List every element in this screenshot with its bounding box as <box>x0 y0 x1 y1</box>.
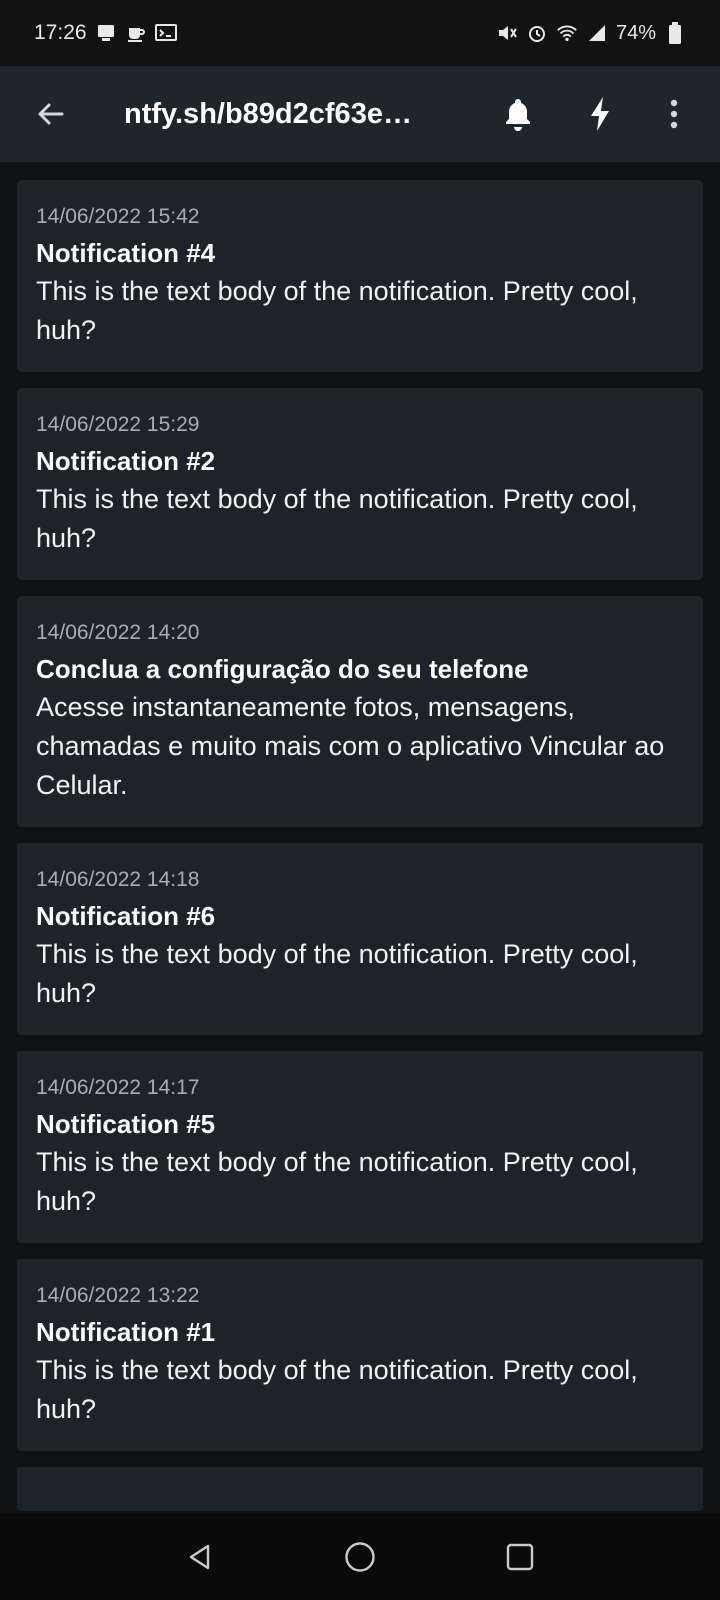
status-time: 17:26 <box>34 21 87 44</box>
bolt-icon <box>591 97 609 131</box>
notification-card[interactable]: 14/06/2022 13:22 Notification #1 This is… <box>17 1259 703 1451</box>
notification-card[interactable]: 14/06/2022 14:20 Conclua a configuração … <box>17 596 703 827</box>
notification-title: Notification #5 <box>36 1109 216 1139</box>
notification-title: Notification #6 <box>36 901 216 931</box>
notification-date: 14/06/2022 15:42 <box>36 205 200 228</box>
back-triangle-icon <box>189 1544 210 1569</box>
system-navigation-bar <box>0 1513 720 1600</box>
notification-body: This is the text body of the notificatio… <box>36 1355 638 1424</box>
notification-settings-button[interactable] <box>494 90 542 138</box>
notification-date: 14/06/2022 14:18 <box>36 868 200 891</box>
notification-list[interactable]: 14/06/2022 15:42 Notification #4 This is… <box>0 162 720 1513</box>
battery-percent: 74% <box>615 21 656 44</box>
notification-title: Notification #4 <box>36 238 216 268</box>
notification-date: 14/06/2022 15:29 <box>36 413 200 436</box>
notification-card-partial[interactable] <box>17 1467 703 1511</box>
cup-icon <box>125 22 147 44</box>
notification-body: Acesse instantaneamente fotos, mensagens… <box>36 692 665 800</box>
notification-body: This is the text body of the notificatio… <box>36 939 638 1008</box>
notification-card[interactable]: 14/06/2022 14:18 Notification #6 This is… <box>17 843 703 1035</box>
status-bar-left: 17:26 <box>34 21 177 45</box>
arrow-left-icon <box>38 103 64 125</box>
mute-icon <box>496 22 518 44</box>
nav-home-button[interactable] <box>330 1527 390 1587</box>
terminal-icon <box>154 22 177 44</box>
app-bar-actions <box>494 90 720 138</box>
bell-icon <box>506 99 530 131</box>
instant-delivery-button[interactable] <box>576 90 624 138</box>
battery-icon <box>664 22 686 44</box>
notification-title: Notification #1 <box>36 1317 216 1347</box>
notification-card[interactable]: 14/06/2022 15:42 Notification #4 This is… <box>17 180 703 372</box>
page-title: ntfy.sh/b89d2cf63e… <box>124 97 412 130</box>
recents-square-icon <box>506 1543 534 1570</box>
status-bar: 17:26 74% <box>0 0 720 66</box>
notification-card[interactable]: 14/06/2022 14:17 Notification #5 This is… <box>17 1051 703 1243</box>
notification-date: 14/06/2022 14:20 <box>36 621 200 644</box>
notification-date: 14/06/2022 14:17 <box>36 1076 200 1099</box>
back-button[interactable] <box>26 90 74 138</box>
alarm-icon <box>526 22 548 44</box>
more-vert-icon <box>670 99 678 129</box>
notification-card[interactable]: 14/06/2022 15:29 Notification #2 This is… <box>17 388 703 580</box>
home-circle-icon <box>345 1541 375 1572</box>
notification-body: This is the text body of the notificatio… <box>36 1147 638 1216</box>
nav-back-button[interactable] <box>170 1527 230 1587</box>
notification-date: 14/06/2022 13:22 <box>36 1284 200 1307</box>
notification-icon <box>95 22 117 44</box>
signal-icon <box>586 22 608 44</box>
status-bar-right: 74% <box>496 22 686 45</box>
more-options-button[interactable] <box>650 90 698 138</box>
app-bar: ntfy.sh/b89d2cf63e… <box>0 66 720 162</box>
nav-recents-button[interactable] <box>490 1527 550 1587</box>
notification-body: This is the text body of the notificatio… <box>36 484 638 553</box>
wifi-icon <box>556 22 578 44</box>
notification-body: This is the text body of the notificatio… <box>36 276 638 345</box>
notification-title: Conclua a configuração do seu telefone <box>36 654 529 684</box>
notification-title: Notification #2 <box>36 446 216 476</box>
